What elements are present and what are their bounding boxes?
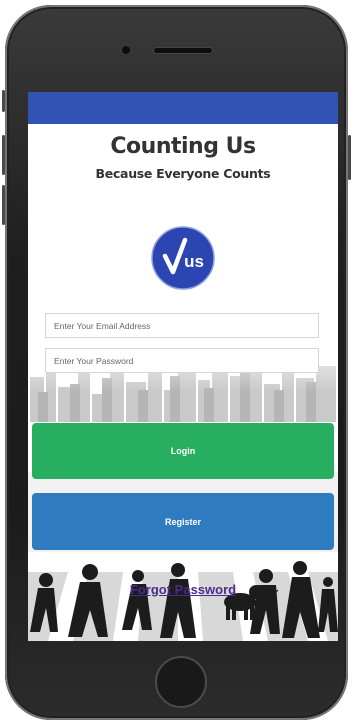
power-button [348, 135, 351, 180]
earpiece-speaker [154, 48, 212, 53]
home-button[interactable] [155, 656, 207, 708]
volume-down-button [2, 185, 5, 225]
status-bar [28, 92, 338, 124]
app-subtitle: Because Everyone Counts [95, 166, 271, 181]
forgot-password-link[interactable]: Forgot Password [28, 582, 338, 597]
logo-text: us [184, 252, 204, 271]
app-screen: Counting Us Because Everyone Counts us E… [28, 92, 338, 641]
front-camera [122, 46, 130, 54]
volume-up-button [2, 135, 5, 175]
login-button[interactable]: Login [32, 423, 334, 479]
email-input[interactable] [45, 313, 319, 338]
register-button[interactable]: Register [32, 493, 334, 550]
silent-switch [2, 90, 5, 112]
password-input[interactable] [45, 348, 319, 373]
app-title: Counting Us [110, 134, 256, 159]
counting-us-logo: us [151, 226, 215, 290]
